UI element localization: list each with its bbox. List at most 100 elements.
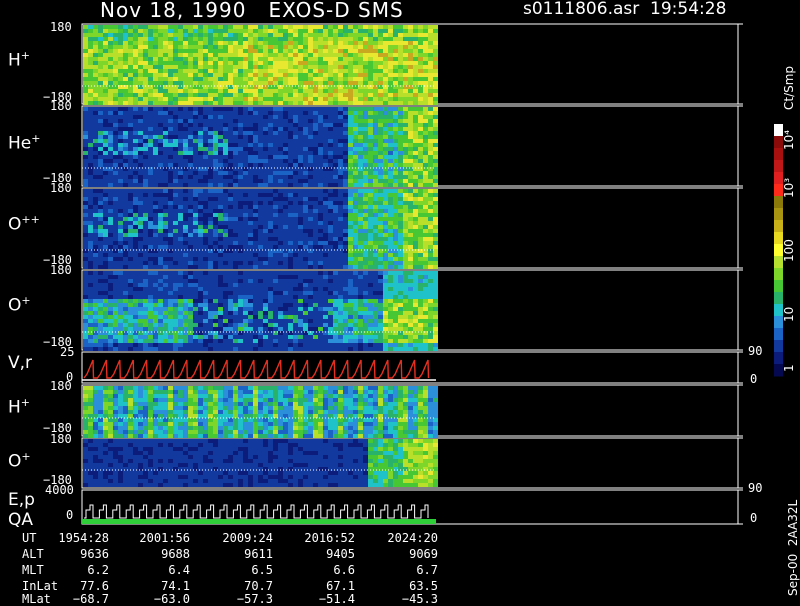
heatmap-cell [118,241,123,245]
heatmap-cell [353,119,358,123]
heatmap-cell [138,197,143,201]
heatmap-cell [183,123,188,127]
heatmap-cell [418,25,423,29]
heatmap-cell [178,287,183,291]
heatmap-cell [363,89,368,93]
heatmap-cell [248,265,253,269]
heatmap-cell [158,143,163,147]
heatmap-cell [383,175,388,179]
heatmap-cell [393,77,398,81]
heatmap-cell [358,225,363,229]
heatmap-cell [163,271,168,275]
heatmap-cell [423,159,428,163]
heatmap-cell [108,343,113,347]
heatmap-cell [108,279,113,283]
heatmap-cell [108,225,113,229]
heatmap-cell [198,139,203,143]
heatmap-cell [108,41,113,45]
heatmap-cell [88,179,93,183]
heatmap-cell [403,69,408,73]
heatmap-cell [178,323,183,327]
heatmap-cell [143,89,148,93]
heatmap-cell [88,335,93,339]
heatmap-cell [328,201,333,205]
heatmap-cell [338,241,343,245]
heatmap-cell [423,189,428,193]
heatmap-cell [333,261,338,265]
heatmap-cell [213,163,218,167]
heatmap-cell [138,179,143,183]
heatmap-cell [218,241,223,245]
heatmap-cell [283,73,288,77]
heatmap-cell [338,25,343,29]
heatmap-cell [98,151,103,155]
heatmap-cell [193,61,198,65]
heatmap-cell [368,93,373,97]
heatmap-cell [333,89,338,93]
heatmap-cell [98,143,103,147]
heatmap-cell [278,57,283,61]
heatmap-cell [398,189,403,193]
heatmap-cell [98,257,103,261]
heatmap-cell [368,175,373,179]
heatmap-cell [378,189,383,193]
heatmap-cell [138,245,143,249]
heatmap-cell [288,107,293,111]
heatmap-cell [118,107,123,111]
heatmap-cell [418,205,423,209]
heatmap-cell [398,115,403,119]
heatmap-cell [348,229,353,233]
heatmap-cell [183,299,188,303]
heatmap-cell [273,159,278,163]
heatmap-cell [158,65,163,69]
heatmap-cell [168,93,173,97]
heatmap-cell [203,265,208,269]
heatmap-cell [93,257,98,261]
heatmap-cell [213,265,218,269]
heatmap-cell [223,151,228,155]
heatmap-cell [163,171,168,175]
heatmap-cell [218,159,223,163]
heatmap-cell [308,81,313,85]
heatmap-cell [238,323,243,327]
heatmap-cell [268,139,273,143]
heatmap-cell [183,139,188,143]
heatmap-cell [88,213,93,217]
heatmap-cell [118,257,123,261]
heatmap-cell [308,107,313,111]
heatmap-cell [398,131,403,135]
heatmap-cell [118,37,123,41]
heatmap-cell [153,229,158,233]
heatmap-cell [288,111,293,115]
heatmap-cell [293,135,298,139]
heatmap-cell [208,287,213,291]
heatmap-cell [173,171,178,175]
heatmap-cell [218,65,223,69]
heatmap-cell [293,245,298,249]
heatmap-cell [328,45,333,49]
heatmap-cell [228,201,233,205]
heatmap-cell [248,111,253,115]
heatmap-cell [378,233,383,237]
heatmap-cell [258,101,263,105]
heatmap-cell [203,97,208,101]
heatmap-cell [193,45,198,49]
heatmap-cell [383,193,388,197]
heatmap-cell [83,311,88,315]
heatmap-cell [243,107,248,111]
heatmap-cell [398,127,403,131]
heatmap-cell [388,205,393,209]
heatmap-cell [173,135,178,139]
heatmap-cell [208,41,213,45]
heatmap-cell [243,123,248,127]
heatmap-cell [213,159,218,163]
heatmap-cell [163,107,168,111]
heatmap-cell [288,225,293,229]
heatmap-cell [188,147,193,151]
heatmap-cell [193,115,198,119]
heatmap-cell [283,135,288,139]
heatmap-cell [223,57,228,61]
heatmap-cell [358,107,363,111]
heatmap-cell [188,253,193,257]
heatmap-cell [298,89,303,93]
